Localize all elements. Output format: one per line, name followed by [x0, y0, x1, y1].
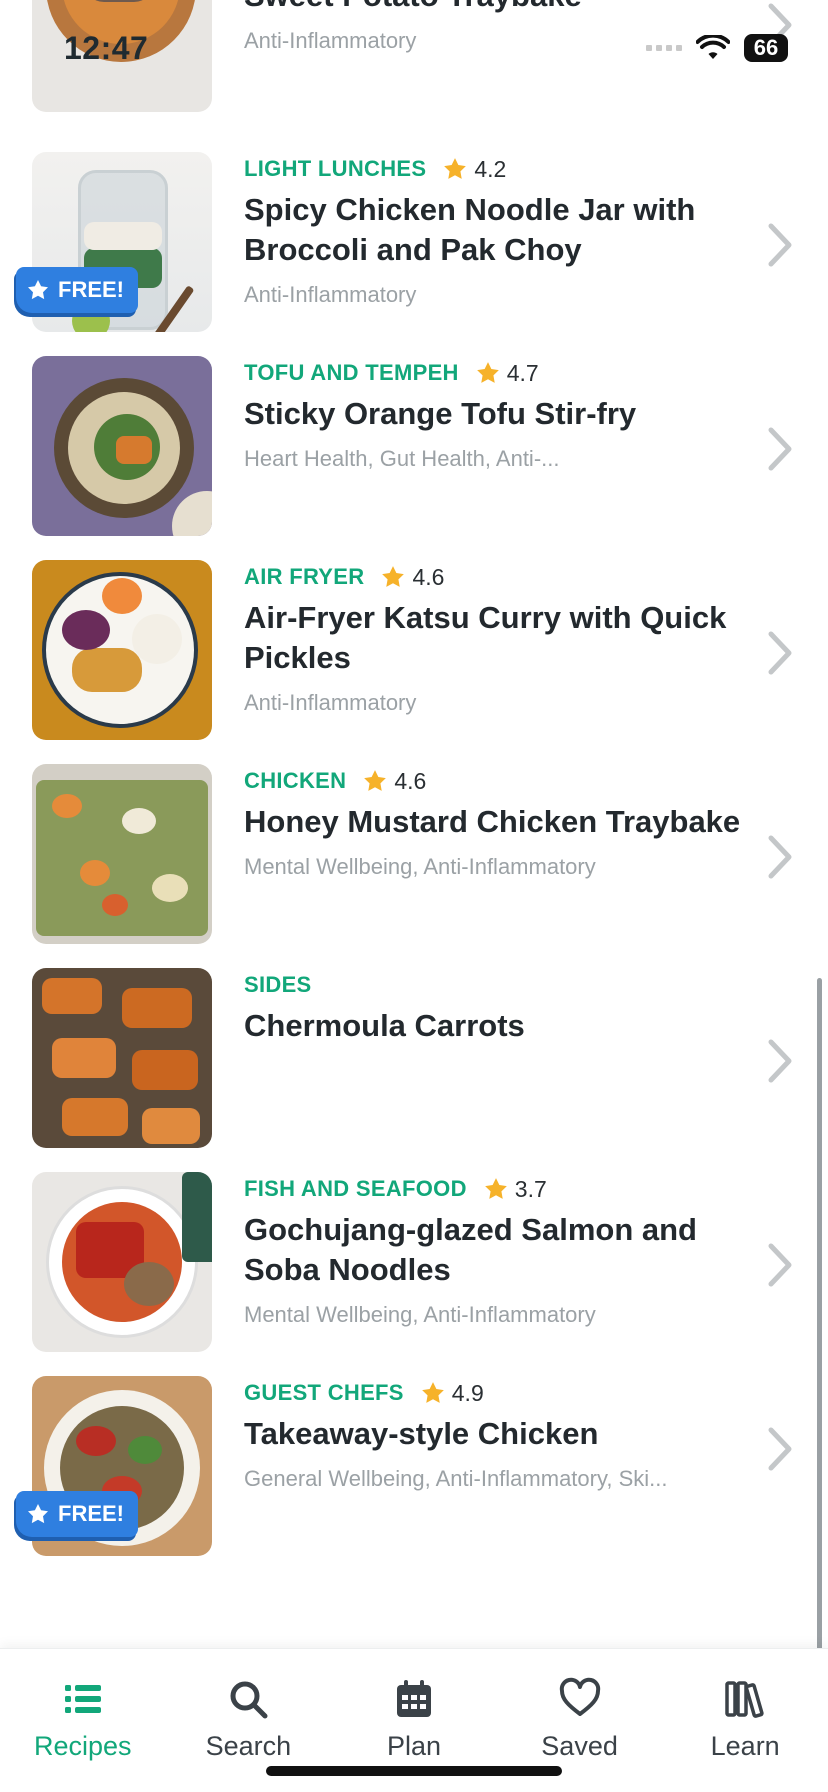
recipe-row[interactable]: AIR FRYER 4.6 Air-Fryer Katsu Curry with… [0, 560, 828, 764]
recipe-rating: 4.2 [474, 155, 507, 182]
recipe-title: Air-Fryer Katsu Curry with Quick Pickles [244, 600, 727, 675]
chevron-right-icon [768, 1427, 792, 1471]
tab-label: Learn [710, 1731, 780, 1761]
recipe-rating: 4.9 [451, 1379, 484, 1406]
recipe-title: Chermoula Carrots [244, 1008, 525, 1043]
star-icon [421, 1382, 444, 1403]
recipe-thumbnail [32, 764, 212, 944]
recipe-text: LIGHT LUNCHES 4.2 Spicy Chicken Noodle J… [244, 152, 764, 308]
recipe-row[interactable]: GUEST CHEFS 4.9 Takeaway-style Chicken G… [0, 1376, 828, 1580]
recipe-meta: FISH AND SEAFOOD 3.7 [244, 1172, 764, 1206]
tab-label: Recipes [34, 1731, 132, 1761]
recipe-tags: Heart Health, Gut Health, Anti-... [244, 446, 560, 471]
recipe-text: AIR FRYER 4.6 Air-Fryer Katsu Curry with… [244, 560, 764, 716]
recipe-meta: SIDES [244, 968, 764, 1002]
chevron-right-icon [768, 1243, 792, 1287]
recipe-meta: GUEST CHEFS 4.9 [244, 1376, 764, 1410]
recipe-title: Honey Mustard Chicken Traybake [244, 804, 741, 839]
recipe-thumbnail [32, 356, 212, 536]
chevron-right-icon [768, 223, 792, 267]
recipe-title: Takeaway-style Chicken [244, 1416, 599, 1451]
calendar-icon [396, 1680, 431, 1717]
recipe-category: SIDES [244, 972, 312, 997]
recipe-category: CHICKEN [244, 768, 347, 793]
recipe-row[interactable]: FISH AND SEAFOOD 3.7 Gochujang-glazed Sa… [0, 1172, 828, 1376]
recipe-tags: Mental Wellbeing, Anti-Inflammatory [244, 1302, 596, 1327]
free-badge-label: FREE! [58, 1501, 124, 1526]
recipe-row[interactable]: CHICKEN 4.6 Honey Mustard Chicken Trayba… [0, 764, 828, 968]
chevron-right-icon [768, 3, 792, 47]
recipe-row[interactable]: TOFU AND TEMPEH 4.7 Sticky Orange Tofu S… [0, 356, 828, 560]
chevron-right-icon [768, 631, 792, 675]
recipe-thumbnail [32, 0, 212, 112]
recipe-text: CHICKEN 4.6 Honey Mustard Chicken Trayba… [244, 764, 764, 880]
star-icon [364, 770, 387, 791]
free-badge: FREE! [16, 267, 138, 313]
tab-label: Plan [386, 1731, 441, 1761]
free-badge: FREE! [16, 1491, 138, 1537]
tab-label: Search [205, 1731, 292, 1761]
heart-icon [559, 1677, 600, 1716]
recipe-text: SIDES Chermoula Carrots [244, 968, 764, 1046]
scrollbar[interactable] [817, 978, 822, 1718]
tab-label: Saved [541, 1731, 618, 1761]
recipe-tags: Anti-Inflammatory [244, 28, 417, 53]
recipe-row[interactable]: LIGHT LUNCHES 4.2 Spicy Chicken Noodle J… [0, 152, 828, 356]
recipe-tags: Anti-Inflammatory [244, 690, 417, 715]
recipe-text: Cinnamon and Sumac Cod with Sweet Potato… [244, 0, 764, 54]
recipe-text: TOFU AND TEMPEH 4.7 Sticky Orange Tofu S… [244, 356, 764, 472]
star-icon [28, 1504, 48, 1524]
recipe-thumbnail [32, 1172, 212, 1352]
recipe-rating: 4.6 [412, 563, 445, 590]
recipe-rating: 4.7 [506, 359, 539, 386]
tab-recipes[interactable]: Recipes [0, 1649, 166, 1792]
recipe-rating: 3.7 [514, 1175, 547, 1202]
recipe-meta: AIR FRYER 4.6 [244, 560, 764, 594]
recipe-title: Gochujang-glazed Salmon and Soba Noodles [244, 1212, 697, 1287]
recipe-rating: 4.6 [394, 767, 427, 794]
recipe-title: Spicy Chicken Noodle Jar with Broccoli a… [244, 192, 696, 267]
home-indicator [266, 1766, 562, 1776]
recipe-category: FISH AND SEAFOOD [244, 1176, 467, 1201]
recipe-meta: LIGHT LUNCHES 4.2 [244, 152, 764, 186]
recipe-meta: TOFU AND TEMPEH 4.7 [244, 356, 764, 390]
star-icon [444, 158, 467, 179]
recipe-meta: CHICKEN 4.6 [244, 764, 764, 798]
star-icon [476, 362, 499, 383]
recipe-thumbnail [32, 560, 212, 740]
recipe-title: Sticky Orange Tofu Stir-fry [244, 396, 637, 431]
recipe-text: GUEST CHEFS 4.9 Takeaway-style Chicken G… [244, 1376, 764, 1492]
search-icon [230, 1681, 268, 1719]
star-icon [382, 566, 405, 587]
tab-learn[interactable]: Learn [662, 1649, 828, 1792]
chevron-right-icon [768, 835, 792, 879]
recipe-row[interactable]: SIDES Chermoula Carrots [0, 968, 828, 1172]
recipe-title: Cinnamon and Sumac Cod with Sweet Potato… [244, 0, 764, 16]
recipe-category: TOFU AND TEMPEH [244, 360, 459, 385]
recipe-text: FISH AND SEAFOOD 3.7 Gochujang-glazed Sa… [244, 1172, 764, 1328]
recipe-tags: Anti-Inflammatory [244, 282, 417, 307]
recipe-row[interactable]: Cinnamon and Sumac Cod with Sweet Potato… [0, 0, 828, 136]
star-icon [28, 280, 48, 300]
recipe-category: GUEST CHEFS [244, 1380, 404, 1405]
chevron-right-icon [768, 1039, 792, 1083]
recipe-tags: General Wellbeing, Anti-Inflammatory, Sk… [244, 1466, 668, 1491]
free-badge-label: FREE! [58, 277, 124, 302]
recipe-tags: Mental Wellbeing, Anti-Inflammatory [244, 854, 596, 879]
recipe-list: Cinnamon and Sumac Cod with Sweet Potato… [0, 0, 828, 1648]
star-icon [484, 1178, 507, 1199]
books-icon [725, 1681, 764, 1718]
chevron-right-icon [768, 427, 792, 471]
recipe-thumbnail [32, 968, 212, 1148]
list-icon [64, 1685, 101, 1713]
recipe-category: AIR FRYER [244, 564, 365, 589]
recipe-category: LIGHT LUNCHES [244, 156, 427, 181]
